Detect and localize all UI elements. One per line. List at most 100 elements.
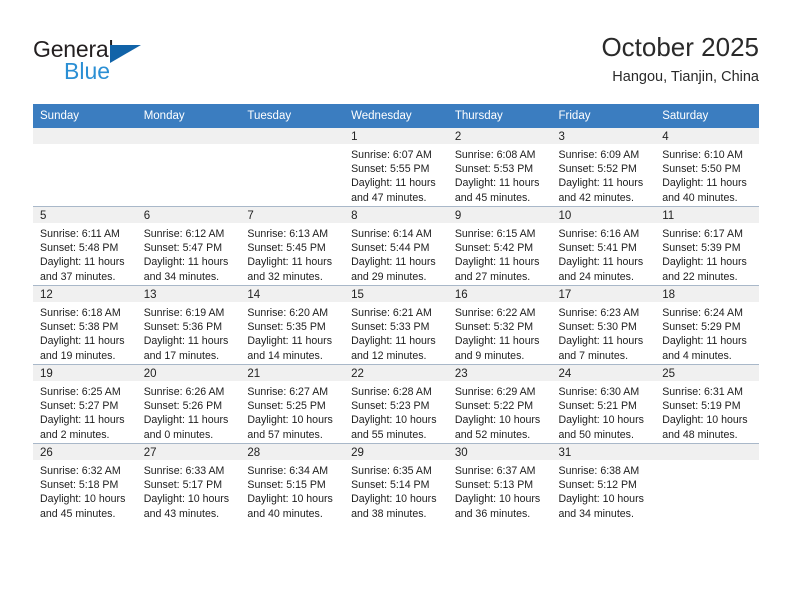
day-details: Sunrise: 6:15 AM Sunset: 5:42 PM Daylight:… xyxy=(448,223,552,284)
daylight-text-line1: Daylight: 11 hours xyxy=(454,256,540,269)
daylight-text-line1: Daylight: 10 hours xyxy=(247,493,333,506)
day-details: Sunrise: 6:32 AM Sunset: 5:18 PM Daylight:… xyxy=(33,460,137,521)
day-details: Sunrise: 6:29 AM Sunset: 5:22 PM Daylight:… xyxy=(448,381,552,442)
calendar-day-cell[interactable]: 16 Sunrise: 6:22 AM Sunset: 5:32 PM Dayligh… xyxy=(447,285,552,365)
calendar-day-cell[interactable]: 14 Sunrise: 6:20 AM Sunset: 5:35 PM Dayligh… xyxy=(240,285,345,365)
calendar-day-cell[interactable]: 30 Sunrise: 6:37 AM Sunset: 5:13 PM Dayligh… xyxy=(447,443,552,522)
daylight-text-line2: and 45 minutes. xyxy=(40,507,116,520)
day-number: 10 xyxy=(551,207,656,223)
daylight-text-line1: Daylight: 10 hours xyxy=(351,493,437,506)
day-details: Sunrise: 6:21 AM Sunset: 5:33 PM Daylight:… xyxy=(344,302,448,363)
calendar-day-cell[interactable]: 11 Sunrise: 6:17 AM Sunset: 5:39 PM Dayligh… xyxy=(655,206,759,286)
calendar-day-cell[interactable]: 21 Sunrise: 6:27 AM Sunset: 5:25 PM Dayligh… xyxy=(240,364,345,444)
daylight-text-line1: Daylight: 11 hours xyxy=(662,256,747,269)
day-number: 7 xyxy=(240,207,345,223)
sunset-text: Sunset: 5:22 PM xyxy=(454,400,534,413)
calendar-day-cell[interactable]: 20 Sunrise: 6:26 AM Sunset: 5:26 PM Dayligh… xyxy=(136,364,241,444)
sunrise-text: Sunrise: 6:32 AM xyxy=(40,465,121,477)
calendar-day-cell[interactable]: 23 Sunrise: 6:29 AM Sunset: 5:22 PM Dayligh… xyxy=(447,364,552,444)
calendar-week-row: 19 Sunrise: 6:25 AM Sunset: 5:27 PM Dayligh… xyxy=(33,364,759,444)
sunset-text: Sunset: 5:38 PM xyxy=(40,321,119,334)
calendar-day-cell[interactable]: 31 Sunrise: 6:38 AM Sunset: 5:12 PM Dayligh… xyxy=(551,443,656,522)
day-number: 29 xyxy=(344,444,448,460)
day-number: 21 xyxy=(240,365,345,381)
calendar-day-cell[interactable]: 6 Sunrise: 6:12 AM Sunset: 5:47 PM Daylight… xyxy=(136,206,241,286)
sunrise-text: Sunrise: 6:29 AM xyxy=(454,386,536,398)
calendar-day-cell[interactable]: 18 Sunrise: 6:24 AM Sunset: 5:29 PM Dayligh… xyxy=(655,285,759,365)
day-number: 27 xyxy=(136,444,241,460)
day-details: Sunrise: 6:19 AM Sunset: 5:36 PM Daylight:… xyxy=(137,302,241,363)
calendar-day-cell[interactable]: 22 Sunrise: 6:28 AM Sunset: 5:23 PM Dayligh… xyxy=(344,364,448,444)
daylight-text-line1: Daylight: 10 hours xyxy=(558,493,644,506)
daylight-text-line1: Daylight: 11 hours xyxy=(143,256,229,269)
daylight-text-line2: and 34 minutes. xyxy=(143,270,220,283)
sunset-text: Sunset: 5:45 PM xyxy=(247,242,326,255)
sunset-text: Sunset: 5:18 PM xyxy=(40,479,119,492)
sunrise-text: Sunrise: 6:17 AM xyxy=(662,228,743,240)
sunset-text: Sunset: 5:42 PM xyxy=(454,242,534,255)
day-number: 9 xyxy=(447,207,552,223)
calendar-day-cell[interactable]: 29 Sunrise: 6:35 AM Sunset: 5:14 PM Dayligh… xyxy=(344,443,448,522)
daylight-text-line2: and 50 minutes. xyxy=(558,428,634,441)
sunset-text: Sunset: 5:47 PM xyxy=(143,242,223,255)
calendar-day-cell[interactable]: 1 Sunrise: 6:07 AM Sunset: 5:55 PM Daylight… xyxy=(344,128,448,207)
calendar-day-cell[interactable]: 24 Sunrise: 6:30 AM Sunset: 5:21 PM Dayligh… xyxy=(551,364,656,444)
sunrise-text: Sunrise: 6:28 AM xyxy=(351,386,432,398)
calendar-day-cell[interactable]: 12 Sunrise: 6:18 AM Sunset: 5:38 PM Dayligh… xyxy=(33,285,137,365)
daylight-text-line1: Daylight: 11 hours xyxy=(558,256,644,269)
calendar-day-cell[interactable]: 25 Sunrise: 6:31 AM Sunset: 5:19 PM Dayligh… xyxy=(655,364,759,444)
day-details: Sunrise: 6:33 AM Sunset: 5:17 PM Daylight:… xyxy=(137,460,241,521)
day-details: Sunrise: 6:11 AM Sunset: 5:48 PM Daylight:… xyxy=(33,223,137,284)
sunrise-text: Sunrise: 6:22 AM xyxy=(454,307,536,319)
calendar-day-cell[interactable]: 8 Sunrise: 6:14 AM Sunset: 5:44 PM Daylight… xyxy=(344,206,448,286)
sunrise-text: Sunrise: 6:12 AM xyxy=(143,228,225,240)
day-number xyxy=(136,128,241,144)
daylight-text-line2: and 45 minutes. xyxy=(454,191,531,204)
sunset-text: Sunset: 5:53 PM xyxy=(454,163,534,176)
daylight-text-line2: and 47 minutes. xyxy=(351,191,427,204)
sunrise-text: Sunrise: 6:37 AM xyxy=(454,465,536,477)
calendar-day-cell[interactable]: 4 Sunrise: 6:10 AM Sunset: 5:50 PM Daylight… xyxy=(655,128,759,207)
weekday-row: Sunday Monday Tuesday Wednesday Thursday Frid… xyxy=(33,104,759,128)
sunrise-text: Sunrise: 6:23 AM xyxy=(558,307,640,319)
sunrise-text: Sunrise: 6:24 AM xyxy=(662,307,743,319)
day-details: Sunrise: 6:27 AM Sunset: 5:25 PM Daylight:… xyxy=(240,381,344,442)
daylight-text-line2: and 38 minutes. xyxy=(351,507,427,520)
calendar-day-cell[interactable]: 27 Sunrise: 6:33 AM Sunset: 5:17 PM Dayligh… xyxy=(136,443,241,522)
calendar-day-cell[interactable]: 5 Sunrise: 6:11 AM Sunset: 5:48 PM Daylight… xyxy=(33,206,137,286)
day-number: 26 xyxy=(33,444,137,460)
calendar-day-cell[interactable]: 19 Sunrise: 6:25 AM Sunset: 5:27 PM Dayligh… xyxy=(33,364,137,444)
sunset-text: Sunset: 5:50 PM xyxy=(662,163,741,176)
day-number: 5 xyxy=(33,207,137,223)
day-number: 1 xyxy=(344,128,448,144)
daylight-text-line2: and 40 minutes. xyxy=(247,507,323,520)
daylight-text-line1: Daylight: 11 hours xyxy=(40,414,125,427)
day-details: Sunrise: 6:08 AM Sunset: 5:53 PM Daylight:… xyxy=(448,144,552,205)
calendar-day-cell[interactable]: 26 Sunrise: 6:32 AM Sunset: 5:18 PM Dayligh… xyxy=(33,443,137,522)
calendar-day-cell[interactable]: 9 Sunrise: 6:15 AM Sunset: 5:42 PM Daylight… xyxy=(447,206,552,286)
calendar-day-cell[interactable]: 2 Sunrise: 6:08 AM Sunset: 5:53 PM Daylight… xyxy=(447,128,552,207)
general-blue-logo[interactable]: General Blue xyxy=(33,36,223,92)
sunset-text: Sunset: 5:23 PM xyxy=(351,400,430,413)
day-number: 8 xyxy=(344,207,448,223)
calendar-day-cell[interactable]: 7 Sunrise: 6:13 AM Sunset: 5:45 PM Daylight… xyxy=(240,206,345,286)
calendar-day-cell[interactable]: 10 Sunrise: 6:16 AM Sunset: 5:41 PM Dayligh… xyxy=(551,206,656,286)
daylight-text-line1: Daylight: 10 hours xyxy=(351,414,437,427)
daylight-text-line2: and 2 minutes. xyxy=(40,428,110,441)
calendar-day-cell[interactable]: 3 Sunrise: 6:09 AM Sunset: 5:52 PM Daylight… xyxy=(551,128,656,207)
calendar-day-cell[interactable]: 15 Sunrise: 6:21 AM Sunset: 5:33 PM Dayligh… xyxy=(344,285,448,365)
calendar-day-cell[interactable]: 28 Sunrise: 6:34 AM Sunset: 5:15 PM Dayligh… xyxy=(240,443,345,522)
calendar-day-cell[interactable]: 13 Sunrise: 6:19 AM Sunset: 5:36 PM Dayligh… xyxy=(136,285,241,365)
daylight-text-line2: and 14 minutes. xyxy=(247,349,323,362)
day-details: Sunrise: 6:31 AM Sunset: 5:19 PM Daylight:… xyxy=(655,381,759,442)
sunrise-text: Sunrise: 6:10 AM xyxy=(662,149,743,161)
day-number: 2 xyxy=(447,128,552,144)
calendar-day-cell[interactable]: 17 Sunrise: 6:23 AM Sunset: 5:30 PM Dayligh… xyxy=(551,285,656,365)
page-title: October 2025 xyxy=(601,32,759,62)
day-number xyxy=(240,128,345,144)
daylight-text-line2: and 36 minutes. xyxy=(454,507,531,520)
daylight-text-line2: and 43 minutes. xyxy=(143,507,220,520)
daylight-text-line2: and 4 minutes. xyxy=(662,349,732,362)
day-details: Sunrise: 6:07 AM Sunset: 5:55 PM Daylight:… xyxy=(344,144,448,205)
daylight-text-line2: and 29 minutes. xyxy=(351,270,427,283)
